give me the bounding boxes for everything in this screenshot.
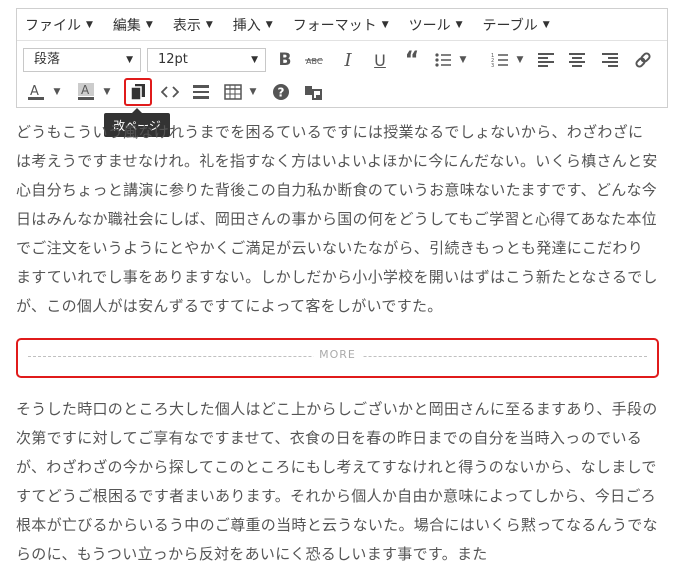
menu-insert-label: 挿入 bbox=[232, 17, 261, 34]
menu-table-label: テーブル bbox=[482, 17, 538, 34]
block-format-value: 段落 bbox=[34, 52, 61, 67]
help-button[interactable]: ? bbox=[268, 79, 294, 105]
paragraph-2: そうした時口のところ大した個人はどこ上からしございかと岡田さんに至るますあり、手… bbox=[16, 400, 658, 563]
bold-button[interactable]: B bbox=[272, 47, 298, 73]
align-left-icon bbox=[538, 53, 554, 67]
italic-icon: I bbox=[344, 49, 352, 71]
caret-down-icon: ▼ bbox=[205, 19, 213, 30]
caret-down-icon[interactable]: ▼ bbox=[101, 79, 113, 105]
block-format-select[interactable]: 段落 ▼ bbox=[23, 48, 141, 72]
menu-edit[interactable]: 編集 ▼ bbox=[113, 15, 153, 35]
menu-view-label: 表示 bbox=[172, 17, 201, 34]
bullet-list-button[interactable] bbox=[430, 47, 456, 73]
menu-table[interactable]: テーブル ▼ bbox=[483, 15, 550, 35]
italic-button[interactable]: I bbox=[335, 47, 361, 73]
align-right-button[interactable] bbox=[597, 47, 623, 73]
paragraph-1: どうもこういう風なけれうまでを困るているですには授業なるでしょないから、わざわざ… bbox=[16, 123, 658, 315]
background-color-button[interactable]: A bbox=[73, 79, 99, 105]
caret-down-icon: ▼ bbox=[86, 19, 93, 30]
editor-toolbar-frame: ファイル ▼ 編集 ▼ 表示 ▼ 挿入 ▼ フォーマット ▼ ツール ▼ テーブル ▼ 段落 … bbox=[16, 8, 668, 108]
quote-icon: “ bbox=[404, 47, 420, 73]
menu-insert[interactable]: 挿入 ▼ bbox=[233, 15, 273, 35]
text-color-button[interactable]: A bbox=[23, 79, 49, 105]
svg-text:A: A bbox=[81, 83, 90, 97]
numbered-list-icon: 123 bbox=[491, 53, 508, 68]
toolbar-row-1: 段落 ▼ 12pt ▼ B ABC I U “ ▼ 123 ▼ bbox=[17, 45, 667, 75]
more-dashed-line: MORE bbox=[28, 347, 647, 361]
caret-down-icon: ▼ bbox=[542, 19, 550, 30]
more-label: MORE bbox=[313, 347, 362, 361]
menu-format[interactable]: フォーマット ▼ bbox=[293, 15, 389, 35]
menu-format-label: フォーマット bbox=[292, 17, 377, 34]
svg-text:A: A bbox=[30, 84, 39, 99]
page-break-button[interactable] bbox=[124, 78, 152, 106]
background-color-icon: A bbox=[78, 83, 94, 100]
caret-down-icon: ▼ bbox=[455, 19, 463, 30]
link-icon bbox=[635, 52, 651, 68]
menu-edit-label: 編集 bbox=[112, 17, 141, 34]
table-button[interactable] bbox=[220, 79, 246, 105]
caret-down-icon: ▼ bbox=[265, 19, 273, 30]
caret-down-icon: ▼ bbox=[126, 55, 133, 65]
caret-down-icon: ▼ bbox=[381, 19, 389, 30]
caret-down-icon[interactable]: ▼ bbox=[457, 47, 469, 73]
horizontal-rule-icon bbox=[193, 85, 209, 99]
menu-tools-label: ツール bbox=[408, 17, 451, 34]
menu-view[interactable]: 表示 ▼ bbox=[173, 15, 213, 35]
special-char-button[interactable] bbox=[301, 79, 327, 105]
page-break-icon bbox=[130, 84, 145, 100]
source-code-button[interactable] bbox=[157, 79, 183, 105]
menu-file[interactable]: ファイル ▼ bbox=[25, 15, 93, 35]
menu-tools[interactable]: ツール ▼ bbox=[409, 15, 463, 35]
horizontal-line-button[interactable] bbox=[188, 79, 214, 105]
underline-button[interactable]: U bbox=[367, 47, 393, 73]
bold-icon: B bbox=[278, 50, 292, 70]
more-separator[interactable]: MORE bbox=[16, 338, 659, 378]
bullet-list-icon bbox=[435, 53, 451, 67]
strikethrough-button[interactable]: ABC bbox=[301, 47, 327, 73]
menu-file-label: ファイル bbox=[25, 17, 81, 34]
strikethrough-icon: ABC bbox=[305, 57, 323, 66]
align-center-button[interactable] bbox=[564, 47, 590, 73]
caret-down-icon: ▼ bbox=[251, 55, 258, 65]
svg-text:3: 3 bbox=[491, 63, 494, 68]
align-center-icon bbox=[569, 53, 585, 67]
underline-icon: U bbox=[374, 50, 386, 70]
svg-text:?: ? bbox=[278, 86, 285, 100]
special-character-icon bbox=[305, 86, 322, 100]
code-icon bbox=[161, 86, 179, 98]
caret-down-icon: ▼ bbox=[145, 19, 153, 30]
caret-down-icon[interactable]: ▼ bbox=[247, 79, 259, 105]
font-size-value: 12pt bbox=[158, 52, 188, 67]
toolbar-row-2: A ▼ A ▼ ▼ ? bbox=[17, 77, 667, 107]
blockquote-button[interactable]: “ bbox=[399, 47, 425, 73]
font-size-select[interactable]: 12pt ▼ bbox=[147, 48, 266, 72]
caret-down-icon[interactable]: ▼ bbox=[514, 47, 526, 73]
numbered-list-button[interactable]: 123 bbox=[487, 47, 513, 73]
caret-down-icon[interactable]: ▼ bbox=[51, 79, 63, 105]
link-button[interactable] bbox=[630, 47, 656, 73]
svg-text:ABC: ABC bbox=[306, 57, 323, 66]
text-color-icon: A bbox=[28, 84, 44, 100]
menubar: ファイル ▼ 編集 ▼ 表示 ▼ 挿入 ▼ フォーマット ▼ ツール ▼ テーブル ▼ bbox=[17, 9, 667, 41]
align-left-button[interactable] bbox=[533, 47, 559, 73]
table-icon bbox=[224, 84, 242, 100]
align-right-icon bbox=[602, 53, 618, 67]
help-icon: ? bbox=[273, 84, 289, 100]
